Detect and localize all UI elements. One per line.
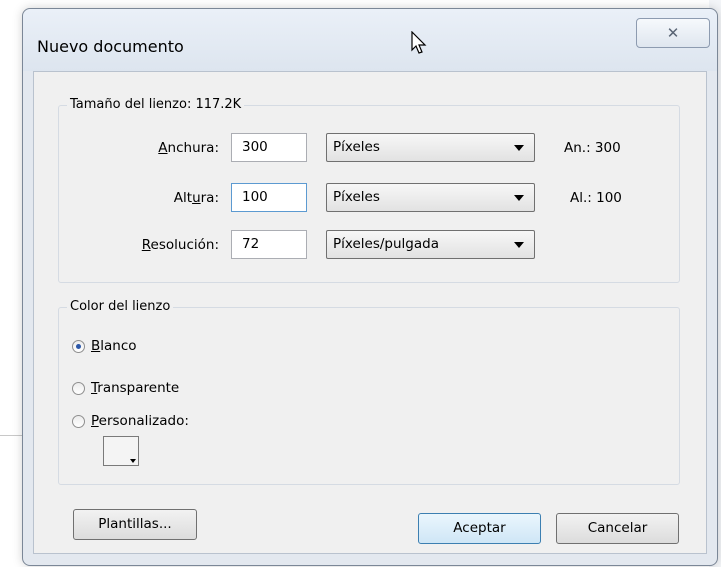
templates-button[interactable]: Plantillas... [73, 509, 197, 540]
cancel-button[interactable]: Cancelar [556, 513, 679, 544]
dropdown-arrow-icon [130, 459, 136, 463]
canvas-color-legend: Color del lienzo [67, 299, 174, 314]
ok-button[interactable]: Aceptar [418, 513, 541, 544]
dialog-title: Nuevo documento [37, 37, 184, 56]
radio-custom[interactable]: Personalizado: [72, 413, 189, 429]
color-swatch-picker[interactable] [103, 436, 139, 466]
width-label: Anchura: [158, 140, 219, 156]
dialog-titlebar[interactable]: Nuevo documento ✕ [23, 9, 717, 71]
width-input[interactable]: 300 [231, 133, 307, 162]
close-button[interactable]: ✕ [636, 18, 710, 48]
radio-transparent[interactable]: Transparente [72, 380, 179, 396]
width-info: An.: 300 [564, 140, 621, 156]
new-document-dialog: Nuevo documento ✕ Tamaño del lienzo: 117… [22, 8, 718, 566]
chevron-down-icon [514, 195, 524, 201]
resolution-input[interactable]: 72 [231, 230, 307, 259]
radio-unchecked-icon [72, 381, 85, 395]
mouse-pointer-icon [411, 31, 427, 54]
chevron-down-icon [514, 242, 524, 248]
height-input[interactable]: 100 [231, 183, 307, 212]
height-unit-select[interactable]: Píxeles [326, 183, 535, 212]
dialog-content: Tamaño del lienzo: 117.2K Anchura: 300 P… [33, 71, 707, 554]
width-unit-select[interactable]: Píxeles [326, 133, 535, 162]
chevron-down-icon [514, 145, 524, 151]
resolution-label: Resolución: [141, 237, 219, 253]
radio-checked-icon [72, 339, 85, 353]
close-icon: ✕ [666, 24, 680, 42]
radio-unchecked-icon [72, 414, 85, 428]
canvas-color-group: Color del lienzo [58, 299, 680, 485]
radio-transparent-label: Transparente [91, 380, 180, 396]
radio-white[interactable]: Blanco [72, 338, 137, 354]
radio-custom-label: Personalizado: [91, 413, 189, 429]
resolution-unit-select[interactable]: Píxeles/pulgada [326, 230, 535, 259]
canvas-size-legend: Tamaño del lienzo: 117.2K [67, 97, 245, 112]
height-label: Altura: [173, 190, 219, 206]
height-info: Al.: 100 [570, 190, 622, 206]
radio-white-label: Blanco [91, 338, 137, 354]
